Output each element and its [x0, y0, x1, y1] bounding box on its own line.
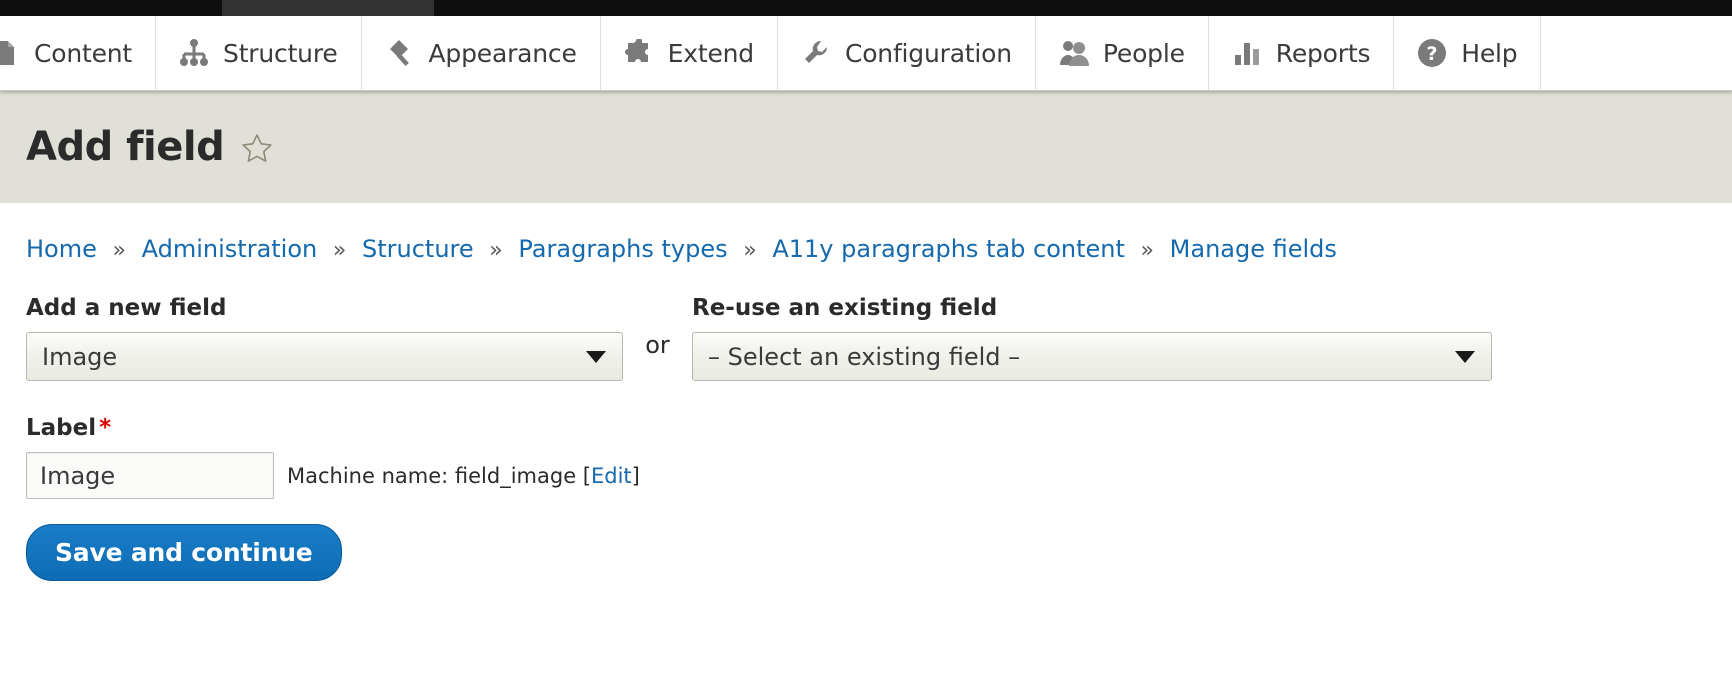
save-and-continue-button[interactable]: Save and continue	[26, 524, 342, 581]
admin-menu-spacer	[1541, 16, 1732, 90]
chevron-down-icon	[1455, 350, 1475, 363]
label-field-label-text: Label	[26, 415, 97, 441]
machine-name-prefix: Machine name:	[287, 463, 455, 488]
menu-item-people[interactable]: People	[1035, 16, 1209, 90]
new-field-type-select[interactable]: Image	[26, 332, 623, 381]
reuse-field-group: Re-use an existing field – Select an exi…	[692, 295, 1492, 381]
new-field-type-value: Image	[42, 342, 118, 371]
extend-icon	[624, 38, 654, 68]
star-outline-icon[interactable]	[240, 132, 274, 166]
label-input[interactable]	[26, 452, 274, 499]
existing-field-select[interactable]: – Select an existing field –	[692, 332, 1492, 381]
menu-item-label: Configuration	[844, 38, 1012, 68]
breadcrumb-link-manage-fields[interactable]: Manage fields	[1170, 235, 1337, 263]
label-input-row: Machine name: field_image [Edit]	[26, 452, 1706, 499]
menu-item-label: People	[1102, 38, 1185, 68]
menu-item-label: Content	[34, 38, 133, 68]
menu-item-label: Extend	[667, 38, 754, 68]
reports-icon	[1232, 38, 1262, 68]
add-new-field-label: Add a new field	[26, 295, 227, 321]
menu-item-label: Structure	[223, 38, 338, 68]
toolbar-strip	[0, 0, 1732, 16]
people-icon	[1059, 38, 1089, 68]
help-icon: ?	[1417, 38, 1447, 68]
configuration-icon	[801, 38, 831, 68]
menu-item-label: Reports	[1275, 38, 1371, 68]
breadcrumb-separator: »	[332, 238, 347, 263]
breadcrumb-link-home[interactable]: Home	[26, 235, 97, 263]
menu-item-configuration[interactable]: Configuration	[777, 16, 1036, 90]
machine-name-edit-link[interactable]: Edit	[591, 464, 632, 488]
menu-item-structure[interactable]: Structure	[156, 16, 362, 90]
breadcrumb-link-paragraphs-types[interactable]: Paragraphs types	[518, 235, 727, 263]
breadcrumb-link-a11y-paragraphs-tab-content[interactable]: A11y paragraphs tab content	[772, 235, 1125, 263]
breadcrumb: Home » Administration » Structure » Para…	[26, 203, 1706, 263]
reuse-field-label: Re-use an existing field	[692, 295, 998, 321]
or-separator: or	[645, 331, 670, 359]
menu-item-label: Help	[1461, 38, 1518, 68]
menu-item-content[interactable]: Content	[0, 16, 157, 90]
main-content: Home » Administration » Structure » Para…	[0, 203, 1732, 581]
breadcrumb-separator: »	[112, 238, 126, 263]
machine-name-bracket-open: [	[576, 463, 591, 488]
add-field-form: Add a new field Image or Re-use an exist…	[26, 295, 1706, 581]
menu-item-appearance[interactable]: Appearance	[361, 16, 601, 90]
content-icon	[0, 38, 20, 68]
machine-name-hint: Machine name: field_image [Edit]	[287, 464, 640, 488]
required-marker: *	[99, 415, 112, 441]
machine-name-value: field_image	[454, 463, 577, 488]
page-title: Add field	[26, 124, 225, 170]
label-field-label: Label *	[26, 415, 1706, 441]
label-field-group: Label* Machine name: field_image [Edit]	[26, 415, 1706, 499]
page-title-band: Add field	[0, 91, 1732, 203]
menu-item-reports[interactable]: Reports	[1208, 16, 1395, 90]
breadcrumb-link-administration[interactable]: Administration	[142, 235, 318, 263]
breadcrumb-separator: »	[743, 238, 757, 263]
machine-name-bracket-close: ]	[631, 463, 640, 488]
breadcrumb-separator: »	[489, 238, 503, 263]
appearance-icon	[385, 38, 415, 68]
breadcrumb-link-structure[interactable]: Structure	[362, 235, 474, 263]
toolbar-active-tab-indicator	[222, 0, 434, 16]
admin-menu-bar: Content Structure Appearance Extend Conf…	[0, 16, 1732, 91]
field-selection-row: Add a new field Image or Re-use an exist…	[26, 295, 1706, 381]
add-new-field-group: Add a new field Image	[26, 295, 623, 381]
structure-icon	[179, 38, 209, 68]
breadcrumb-separator: »	[1140, 238, 1155, 263]
menu-item-label: Appearance	[428, 38, 577, 68]
existing-field-value: – Select an existing field –	[708, 342, 1021, 371]
menu-item-help[interactable]: ? Help	[1394, 16, 1542, 90]
svg-text:?: ?	[1427, 43, 1438, 65]
menu-item-extend[interactable]: Extend	[600, 16, 778, 90]
chevron-down-icon	[586, 350, 606, 363]
